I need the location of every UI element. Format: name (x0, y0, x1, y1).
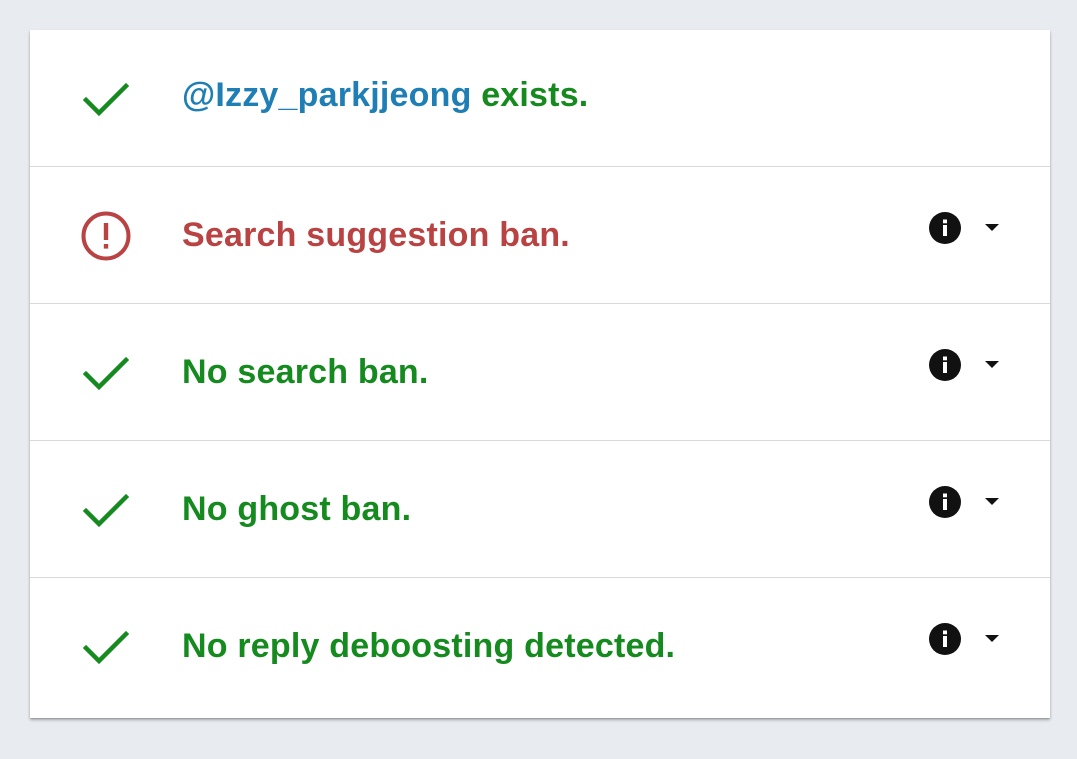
result-label: Search suggestion ban. (182, 216, 570, 254)
info-icon[interactable] (928, 622, 962, 656)
result-row-ghost-ban: No ghost ban. (30, 441, 1050, 578)
caret-down-icon[interactable] (982, 493, 1002, 509)
result-row-search-suggestion-ban: Search suggestion ban. (30, 167, 1050, 304)
result-row-exists: @Izzy_parkjjeong exists. (30, 30, 1050, 167)
check-icon (80, 621, 132, 673)
check-icon (80, 73, 132, 125)
caret-down-icon[interactable] (982, 356, 1002, 372)
result-label: No ghost ban. (182, 490, 412, 528)
results-card: @Izzy_parkjjeong exists. Search suggesti… (30, 30, 1050, 718)
result-text: @Izzy_parkjjeong exists. (182, 30, 588, 167)
result-label: No search ban. (182, 353, 429, 391)
info-icon[interactable] (928, 211, 962, 245)
alert-circle-icon (80, 210, 132, 262)
result-row-reply-deboosting: No reply deboosting detected. (30, 578, 1050, 716)
info-icon[interactable] (928, 485, 962, 519)
check-icon (80, 484, 132, 536)
username-link[interactable]: @Izzy_parkjjeong (182, 76, 472, 114)
caret-down-icon[interactable] (982, 630, 1002, 646)
result-label: exists. (471, 76, 589, 114)
result-label: No reply deboosting detected. (182, 627, 676, 665)
caret-down-icon[interactable] (982, 219, 1002, 235)
info-icon[interactable] (928, 348, 962, 382)
result-row-search-ban: No search ban. (30, 304, 1050, 441)
check-icon (80, 347, 132, 399)
